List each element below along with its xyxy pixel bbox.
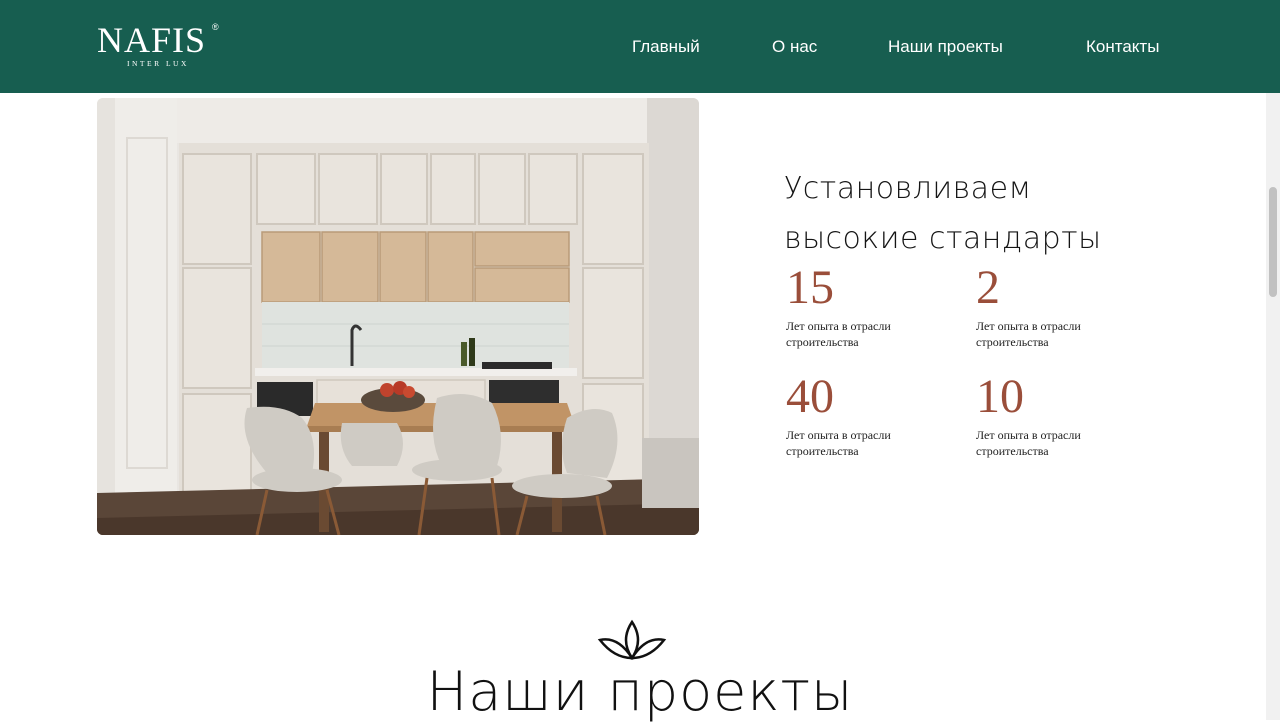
stat-label: Лет опыта в отрасли строительства bbox=[976, 319, 1081, 349]
site-header: NAFIS ® INTER LUX Главный О нас Наши про… bbox=[0, 0, 1280, 93]
stat-item: 15 Лет опыта в отрасли строительства bbox=[786, 263, 916, 350]
registered-mark: ® bbox=[212, 22, 219, 32]
stat-item: 2 Лет опыта в отрасли строительства bbox=[976, 263, 1106, 350]
scrollbar-thumb[interactable] bbox=[1269, 187, 1277, 297]
stat-label: Лет опыта в отрасли строительства bbox=[976, 428, 1081, 458]
projects-title: Наши проекты bbox=[426, 660, 854, 723]
nav-home[interactable]: Главный bbox=[632, 37, 700, 57]
nav-contacts[interactable]: Контакты bbox=[1086, 37, 1159, 57]
stat-item: 10 Лет опыта в отрасли строительства bbox=[976, 372, 1106, 459]
stat-label: Лет опыта в отрасли строительства bbox=[786, 319, 891, 349]
stats-heading-line2: высокие стандарты bbox=[784, 221, 1102, 256]
stats-heading-line1: Установливаем bbox=[784, 171, 1032, 206]
stat-label: Лет опыта в отрасли строительства bbox=[786, 428, 891, 458]
kitchen-image bbox=[97, 98, 699, 535]
leaves-icon bbox=[594, 618, 670, 661]
scrollbar[interactable] bbox=[1266, 93, 1280, 720]
logo-name: NAFIS bbox=[97, 20, 207, 60]
stat-value: 10 bbox=[976, 370, 1024, 423]
logo-tagline: INTER LUX bbox=[127, 59, 189, 68]
nav-projects[interactable]: Наши проекты bbox=[888, 37, 1003, 57]
stat-value: 40 bbox=[786, 370, 834, 423]
stat-value: 2 bbox=[976, 261, 1000, 314]
logo[interactable]: NAFIS ® INTER LUX bbox=[97, 20, 219, 68]
stat-value: 15 bbox=[786, 261, 834, 314]
stats-heading: Установливаем высокие стандарты bbox=[784, 164, 1102, 264]
nav-about[interactable]: О нас bbox=[772, 37, 817, 57]
stat-item: 40 Лет опыта в отрасли строительства bbox=[786, 372, 916, 459]
